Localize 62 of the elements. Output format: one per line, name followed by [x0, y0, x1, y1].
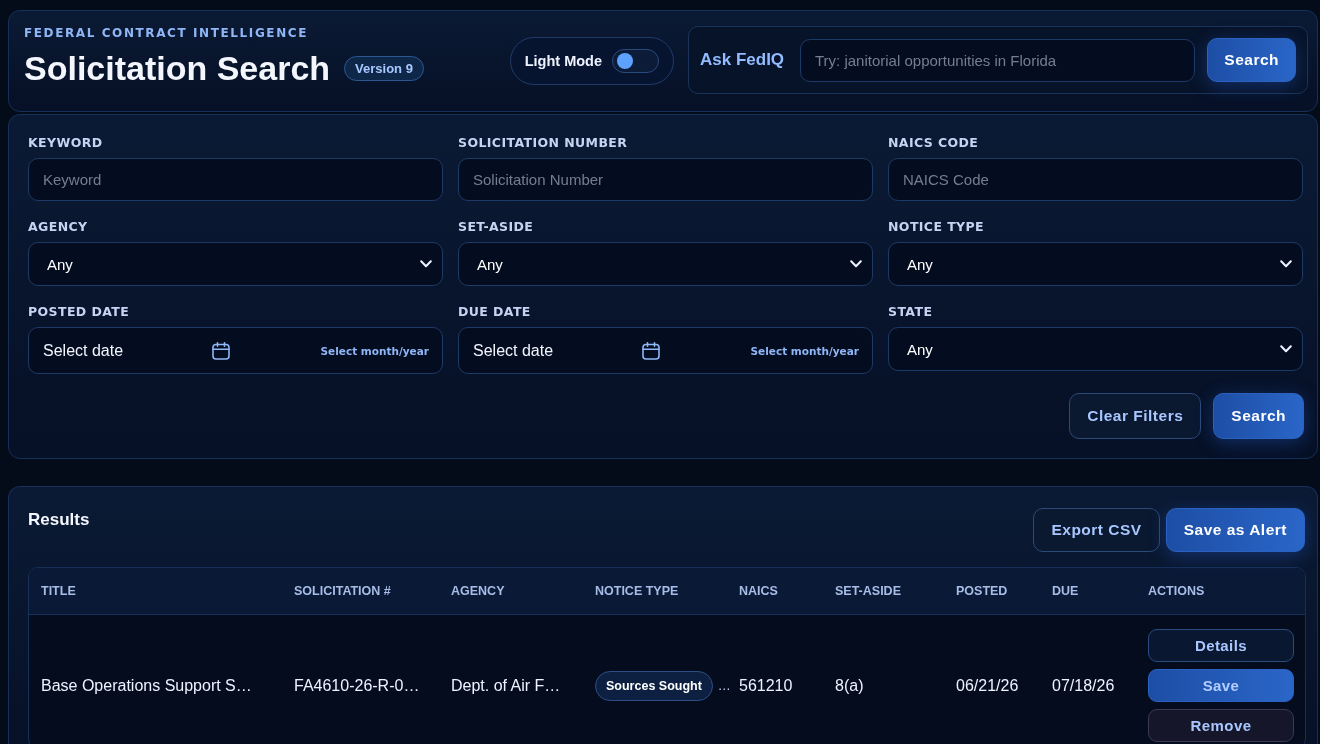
date-value-text: Select date [473, 341, 555, 360]
column-header: SET-ASIDE [834, 584, 902, 598]
table-cell-text: 8(a) [834, 676, 865, 695]
field-label: DUE DATE [458, 304, 532, 320]
select-field[interactable]: Any [888, 327, 1303, 371]
column-header: POSTED [955, 584, 1009, 598]
field-label: NAICS CODE [888, 135, 980, 151]
month-year-link[interactable]: Select month/year [750, 344, 859, 357]
date-value-text: Select date [43, 341, 125, 360]
text-input[interactable]: Solicitation Number [458, 158, 873, 201]
save-button[interactable]: Save [1148, 669, 1294, 702]
table-cell-text: Base Operations Support S… [40, 676, 253, 695]
toggle-label: Light Mode [524, 53, 602, 69]
eyebrow-text: FEDERAL CONTRACT INTELLIGENCE [24, 26, 308, 40]
chevron-down-icon [850, 260, 862, 268]
clear-filters-button[interactable]: Clear Filters [1069, 393, 1202, 439]
column-header: NAICS [738, 584, 779, 598]
field-label: SOLICITATION NUMBER [458, 135, 629, 151]
field-label: KEYWORD [28, 135, 104, 151]
column-header: AGENCY [450, 584, 506, 598]
table-cell-text: 561210 [738, 676, 794, 695]
details-button[interactable]: Details [1148, 629, 1294, 662]
date-field[interactable]: Select date Select month/year [458, 327, 873, 374]
text-input[interactable]: NAICS Code [888, 158, 1303, 201]
field-label: AGENCY [28, 219, 89, 235]
export-csv-button[interactable]: Export CSV [1033, 508, 1160, 552]
chevron-down-icon [1280, 345, 1292, 353]
ask-input[interactable]: Try: janitorial opportunities in Florida [800, 38, 1196, 82]
select-field[interactable]: Any [28, 242, 443, 286]
column-header: SOLICITATION # [293, 584, 392, 598]
field-label: POSTED DATE [28, 304, 131, 320]
calendar-icon[interactable] [642, 341, 660, 360]
version-badge: Version 9 [344, 55, 424, 81]
select-field[interactable]: Any [458, 242, 873, 286]
column-header: TITLE [40, 584, 77, 598]
date-field[interactable]: Select date Select month/year [28, 327, 443, 374]
toggle-switch[interactable] [612, 49, 659, 73]
column-header: ACTIONS [1147, 584, 1206, 598]
table-cell-text: 07/18/26 [1051, 676, 1116, 695]
calendar-icon[interactable] [212, 341, 230, 360]
table-cell-text: Dept. of Air F… [450, 676, 562, 695]
save-alert-button[interactable]: Save as Alert [1165, 508, 1305, 552]
chevron-down-icon [420, 260, 432, 268]
chevron-down-icon [1280, 260, 1292, 268]
notice-type-badge: Sources Sought [595, 670, 713, 701]
results-heading: Results [28, 509, 91, 530]
field-label: STATE [888, 304, 934, 320]
column-header: DUE [1051, 584, 1080, 598]
text-input[interactable]: Keyword [28, 158, 443, 201]
truncation-ellipsis: … [717, 678, 731, 693]
select-field[interactable]: Any [888, 242, 1303, 286]
search-button[interactable]: Search [1213, 393, 1304, 439]
column-header: NOTICE TYPE [594, 584, 680, 598]
month-year-link[interactable]: Select month/year [320, 344, 429, 357]
table-cell-text: 06/21/26 [955, 676, 1020, 695]
table-cell-text: FA4610-26-R-0… [293, 676, 421, 695]
search-button[interactable]: Search [1207, 38, 1296, 82]
ask-label: Ask FedIQ [700, 50, 786, 70]
page-title: Solicitation Search [24, 48, 331, 88]
field-label: SET-ASIDE [458, 219, 535, 235]
field-label: NOTICE TYPE [888, 219, 985, 235]
remove-button[interactable]: Remove [1148, 709, 1294, 742]
